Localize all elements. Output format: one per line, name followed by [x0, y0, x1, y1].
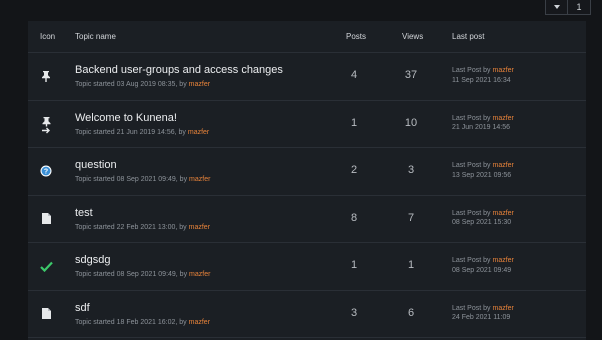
table-header: Icon Topic name Posts Views Last post	[28, 21, 586, 53]
topic-row: Welcome to Kunena! Topic started 21 Jun …	[28, 101, 586, 148]
last-post-date-link[interactable]: 08 Sep 2021 15:30	[452, 218, 514, 228]
topic-last-post: Last Post by mazfer 13 Sep 2021 09:56	[452, 161, 514, 180]
last-post-author-link[interactable]: mazfer	[492, 305, 513, 312]
topic-title-link[interactable]: test	[75, 207, 93, 219]
topic-views-count: 6	[407, 306, 415, 319]
topic-last-post: Last Post by mazfer 08 Sep 2021 15:30	[452, 209, 514, 228]
pin-arrow-icon	[39, 116, 53, 133]
topic-title-link[interactable]: sdgsdg	[75, 254, 110, 266]
last-post-label: Last Post by	[452, 257, 491, 264]
last-post-author-link[interactable]: mazfer	[492, 67, 513, 74]
header-topic-name[interactable]: Topic name	[75, 32, 116, 41]
last-post-label: Last Post by	[452, 304, 491, 312]
topic-row: ? question Topic started 08 Sep 2021 09:…	[28, 148, 586, 196]
header-icon: Icon	[40, 32, 56, 41]
document-icon	[39, 307, 53, 321]
topic-posts-count: 8	[350, 211, 358, 224]
topic-posts-count: 4	[350, 69, 358, 81]
caret-down-icon	[553, 5, 560, 9]
topic-started-meta: Topic started 18 Feb 2021 16:02, by mazf…	[75, 319, 210, 326]
pagination-dropdown-button[interactable]	[545, 0, 568, 15]
last-post-date-link[interactable]: 13 Sep 2021 09:56	[452, 171, 514, 181]
topic-started-text: Topic started 08 Sep 2021 09:49, by	[75, 271, 188, 278]
header-views[interactable]: Views	[402, 32, 423, 41]
header-last-post[interactable]: Last post	[452, 32, 484, 41]
topic-started-meta: Topic started 08 Sep 2021 09:49, by mazf…	[75, 176, 210, 183]
topic-views-count: 3	[407, 164, 415, 176]
last-post-date-link[interactable]: 24 Feb 2021 11:09	[452, 313, 514, 323]
last-post-date-link[interactable]: 21 Jun 2019 14:56	[452, 123, 514, 133]
topic-started-text: Topic started 21 Jun 2019 14:56, by	[75, 128, 186, 136]
last-post-label: Last Post by	[452, 162, 491, 169]
topic-title-link[interactable]: Welcome to Kunena!	[75, 112, 177, 124]
topic-views-count: 37	[404, 69, 418, 81]
last-post-date-link[interactable]: 11 Sep 2021 16:34	[452, 76, 514, 86]
topic-started-meta: Topic started 22 Feb 2021 13:00, by mazf…	[75, 224, 210, 231]
topic-last-post: Last Post by mazfer 24 Feb 2021 11:09	[452, 304, 514, 323]
topic-last-post: Last Post by mazfer 11 Sep 2021 16:34	[452, 66, 514, 85]
topic-views-count: 1	[407, 259, 415, 271]
topic-started-meta: Topic started 03 Aug 2019 08:35, by mazf…	[75, 81, 210, 88]
last-post-date-link[interactable]: 08 Sep 2021 09:49	[452, 266, 514, 276]
header-posts[interactable]: Posts	[346, 32, 366, 41]
topic-started-meta: Topic started 21 Jun 2019 14:56, by mazf…	[75, 129, 209, 136]
topic-started-meta: Topic started 08 Sep 2021 09:49, by mazf…	[75, 271, 210, 278]
last-post-label: Last Post by	[452, 209, 491, 217]
topic-row: sdf Topic started 18 Feb 2021 16:02, by …	[28, 291, 586, 338]
last-post-label: Last Post by	[452, 67, 491, 74]
last-post-author-link[interactable]: mazfer	[492, 115, 513, 122]
forum-page: 1 Icon Topic name Posts Views Last post …	[0, 0, 602, 340]
last-post-label: Last Post by	[452, 114, 491, 122]
topic-row: test Topic started 22 Feb 2021 13:00, by…	[28, 196, 586, 243]
page-number-button[interactable]: 1	[568, 0, 591, 15]
topic-last-post: Last Post by mazfer 08 Sep 2021 09:49	[452, 256, 514, 275]
topic-author-link[interactable]: mazfer	[188, 129, 209, 136]
topic-author-link[interactable]: mazfer	[189, 224, 210, 231]
checkmark-icon	[39, 259, 53, 273]
question-icon: ?	[39, 164, 53, 178]
topics-table: Icon Topic name Posts Views Last post Ba…	[28, 21, 586, 340]
pin-icon	[39, 69, 53, 83]
last-post-author-link[interactable]: mazfer	[492, 162, 513, 169]
topic-started-text: Topic started 03 Aug 2019 08:35, by	[75, 81, 187, 88]
topic-row: sdgsdg Topic started 08 Sep 2021 09:49, …	[28, 243, 586, 291]
topic-author-link[interactable]: mazfer	[189, 271, 210, 278]
topic-posts-count: 2	[350, 164, 358, 176]
topic-title-link[interactable]: Backend user-groups and access changes	[75, 64, 283, 76]
topic-started-text: Topic started 08 Sep 2021 09:49, by	[75, 176, 188, 183]
topic-last-post: Last Post by mazfer 21 Jun 2019 14:56	[452, 114, 514, 133]
topic-author-link[interactable]: mazfer	[189, 319, 210, 326]
last-post-author-link[interactable]: mazfer	[492, 210, 513, 217]
topic-author-link[interactable]: mazfer	[189, 176, 210, 183]
topic-row: Backend user-groups and access changes T…	[28, 53, 586, 101]
topic-title-link[interactable]: sdf	[75, 302, 90, 314]
topic-views-count: 7	[407, 211, 415, 224]
topic-title-link[interactable]: question	[75, 159, 117, 171]
pagination-controls: 1	[545, 0, 591, 15]
topic-posts-count: 3	[350, 306, 358, 319]
topic-posts-count: 1	[350, 259, 358, 271]
document-icon	[39, 212, 53, 226]
svg-text:?: ?	[44, 169, 48, 176]
topic-started-text: Topic started 18 Feb 2021 16:02, by	[75, 318, 187, 326]
topic-posts-count: 1	[350, 116, 358, 129]
topic-started-text: Topic started 22 Feb 2021 13:00, by	[75, 223, 187, 231]
topic-author-link[interactable]: mazfer	[189, 81, 210, 88]
last-post-author-link[interactable]: mazfer	[492, 257, 513, 264]
topic-views-count: 10	[404, 116, 418, 129]
